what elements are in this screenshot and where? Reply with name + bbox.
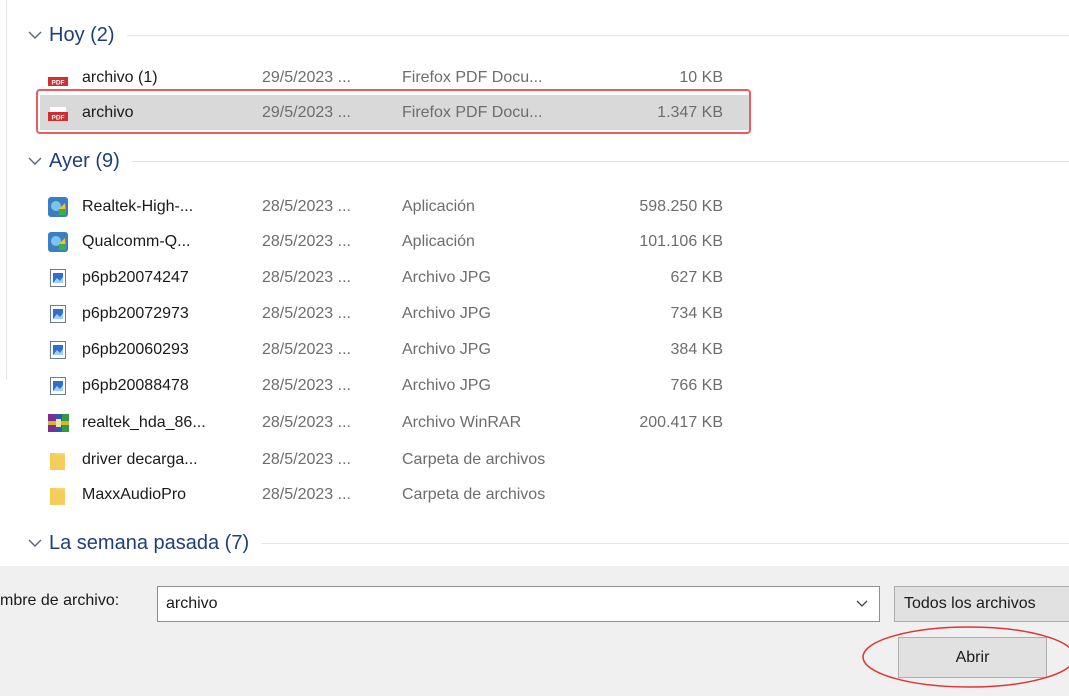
svg-text:PDF: PDF — [52, 80, 65, 87]
file-type: Aplicación — [402, 198, 475, 215]
file-size: 627 KB — [670, 269, 723, 286]
file-type: Carpeta de archivos — [402, 451, 546, 468]
file-type: Firefox PDF Docu... — [402, 69, 543, 86]
file-type: Archivo JPG — [402, 341, 491, 358]
image-icon — [48, 376, 68, 396]
group-header-last-week[interactable]: La semana pasada (7) — [27, 527, 1069, 559]
chevron-down-icon[interactable] — [27, 535, 43, 551]
group-title: La semana pasada (7) — [49, 531, 250, 554]
group-title: Hoy (2) — [49, 23, 115, 46]
file-date: 28/5/2023 ... — [262, 451, 351, 468]
file-name: p6pb20088478 — [82, 377, 189, 394]
file-size: 598.250 KB — [639, 198, 723, 215]
file-type: Archivo JPG — [402, 269, 491, 286]
file-row[interactable]: p6pb20088478 28/5/2023 ... Archivo JPG 7… — [40, 368, 751, 403]
file-size: 766 KB — [670, 377, 723, 394]
installer-icon — [48, 197, 68, 217]
file-row[interactable]: p6pb20074247 28/5/2023 ... Archivo JPG 6… — [40, 260, 751, 295]
pdf-icon: PDF — [48, 103, 68, 123]
file-date: 28/5/2023 ... — [262, 269, 351, 286]
folder-icon — [48, 485, 68, 505]
file-size: 384 KB — [670, 341, 723, 358]
file-name: Realtek-High-... — [82, 198, 194, 215]
file-date: 28/5/2023 ... — [262, 377, 351, 394]
folder-icon — [48, 450, 68, 470]
file-row-selected[interactable]: PDF archivo 29/5/2023 ... Firefox PDF Do… — [40, 95, 751, 130]
file-row[interactable]: realtek_hda_86... 28/5/2023 ... Archivo … — [40, 405, 751, 440]
file-type: Archivo JPG — [402, 377, 491, 394]
chevron-down-icon[interactable] — [845, 586, 879, 622]
file-type: Archivo WinRAR — [402, 414, 522, 431]
dialog-footer: mbre de archivo: Todos los archivos Abri… — [0, 566, 1069, 696]
file-row[interactable]: Realtek-High-... 28/5/2023 ... Aplicació… — [40, 189, 751, 224]
file-size: 101.106 KB — [639, 233, 723, 250]
file-size: 1.347 KB — [657, 104, 723, 121]
winrar-icon — [48, 413, 69, 433]
file-row[interactable]: PDF archivo (1) 29/5/2023 ... Firefox PD… — [40, 60, 751, 95]
group-title: Ayer (9) — [49, 149, 120, 172]
file-type-filter[interactable]: Todos los archivos — [894, 586, 1069, 622]
pdf-icon: PDF — [48, 68, 68, 88]
file-name: archivo — [82, 104, 134, 121]
file-list-pane: Hoy (2) PDF archivo (1) 29/5/2023 ... Fi… — [0, 0, 1069, 566]
file-row[interactable]: p6pb20060293 28/5/2023 ... Archivo JPG 3… — [40, 332, 751, 367]
vertical-scrollbar[interactable] — [6, 0, 7, 380]
file-row[interactable]: MaxxAudioPro 28/5/2023 ... Carpeta de ar… — [40, 477, 751, 512]
file-name: driver decarga... — [82, 451, 198, 468]
file-name: archivo (1) — [82, 69, 158, 86]
image-icon — [48, 304, 68, 324]
file-type: Carpeta de archivos — [402, 486, 546, 503]
file-date: 28/5/2023 ... — [262, 305, 351, 322]
group-header-today[interactable]: Hoy (2) — [27, 19, 1069, 51]
file-date: 28/5/2023 ... — [262, 486, 351, 503]
file-size: 10 KB — [679, 69, 723, 86]
file-date: 28/5/2023 ... — [262, 233, 351, 250]
file-name: Qualcomm-Q... — [82, 233, 191, 250]
file-name: p6pb20072973 — [82, 305, 189, 322]
file-date: 28/5/2023 ... — [262, 198, 351, 215]
open-button[interactable]: Abrir — [898, 637, 1047, 678]
image-icon — [48, 268, 68, 288]
file-type: Aplicación — [402, 233, 475, 250]
group-header-yesterday[interactable]: Ayer (9) — [27, 145, 1069, 177]
file-name: realtek_hda_86... — [82, 414, 206, 431]
file-name: MaxxAudioPro — [82, 486, 187, 503]
file-name: p6pb20060293 — [82, 341, 189, 358]
installer-icon — [48, 232, 68, 252]
chevron-down-icon[interactable] — [27, 27, 43, 43]
filename-input[interactable] — [157, 586, 880, 622]
file-row[interactable]: Qualcomm-Q... 28/5/2023 ... Aplicación 1… — [40, 224, 751, 259]
file-size: 734 KB — [670, 305, 723, 322]
file-name: p6pb20074247 — [82, 269, 189, 286]
file-type: Archivo JPG — [402, 305, 491, 322]
chevron-down-icon[interactable] — [27, 153, 43, 169]
filename-label: mbre de archivo: — [0, 592, 120, 609]
file-row[interactable]: p6pb20072973 28/5/2023 ... Archivo JPG 7… — [40, 296, 751, 331]
file-size: 200.417 KB — [639, 414, 723, 431]
file-date: 29/5/2023 ... — [262, 104, 351, 121]
file-type: Firefox PDF Docu... — [402, 104, 543, 121]
image-icon — [48, 340, 68, 360]
file-date: 28/5/2023 ... — [262, 341, 351, 358]
file-row[interactable]: driver decarga... 28/5/2023 ... Carpeta … — [40, 442, 751, 477]
group-divider — [131, 160, 1069, 162]
file-date: 29/5/2023 ... — [262, 69, 351, 86]
file-date: 28/5/2023 ... — [262, 414, 351, 431]
svg-text:PDF: PDF — [52, 115, 65, 122]
group-divider — [261, 542, 1069, 544]
group-divider — [126, 34, 1069, 36]
